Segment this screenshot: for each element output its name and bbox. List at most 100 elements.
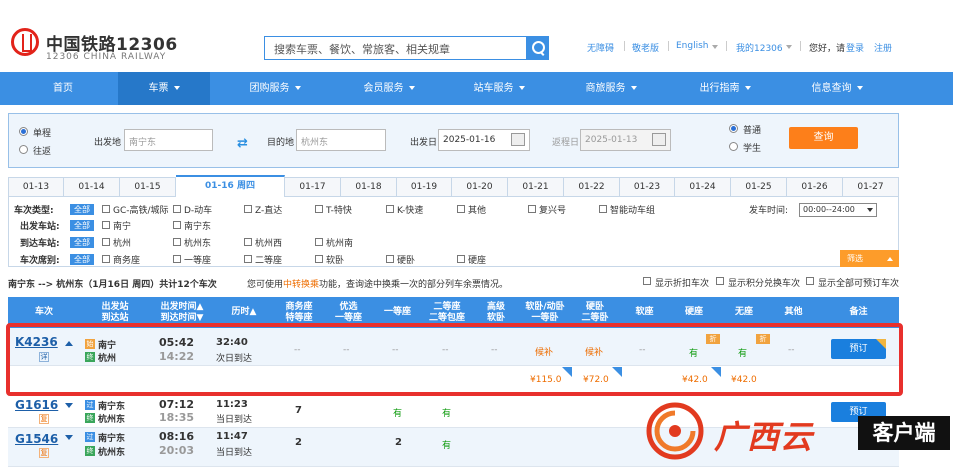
normal-ticket-radio[interactable]	[729, 124, 738, 133]
calendar-icon[interactable]	[511, 133, 525, 146]
seat-label: 软卧	[326, 256, 345, 266]
type-all-button[interactable]: 全部	[70, 204, 94, 215]
to-all-button[interactable]: 全部	[70, 237, 94, 248]
from-input[interactable]: 南宁东	[124, 129, 213, 151]
seat-checkbox[interactable]	[457, 255, 465, 263]
date-tab[interactable]: 01-21	[508, 177, 564, 197]
chevron-down-icon	[294, 86, 301, 90]
date-tab[interactable]: 01-17	[285, 177, 341, 197]
railway-logo-icon[interactable]	[11, 28, 39, 56]
date-tab-active[interactable]: 01-16 周四	[176, 175, 285, 197]
type-label: GC-高铁/城际	[113, 206, 169, 216]
elder-mode-link[interactable]: 敬老版	[632, 41, 659, 54]
query-button[interactable]: 查询	[789, 127, 858, 149]
accessible-link[interactable]: 无障碍	[587, 41, 614, 54]
type-label: 智能动车组	[610, 206, 656, 216]
main-nav: 首页 车票 团购服务 会员服务 站车服务 商旅服务 出行指南 信息查询	[0, 72, 953, 105]
type-checkbox[interactable]	[173, 205, 181, 213]
date-tab[interactable]: 01-15	[120, 177, 176, 197]
type-checkbox[interactable]	[315, 205, 323, 213]
nav-tickets[interactable]: 车票	[118, 72, 210, 105]
from-station: 南宁东	[98, 434, 126, 444]
site-search-input[interactable]: 搜索车票、餐饮、常旅客、相关规章	[264, 36, 526, 60]
to-label: 目的地	[267, 138, 295, 148]
type-label: K-快速	[397, 206, 424, 216]
nav-guide[interactable]: 出行指南	[670, 72, 780, 105]
seat-first: 2	[395, 437, 402, 448]
seat-first: 有	[393, 409, 403, 419]
swap-icon[interactable]: ⇄	[237, 136, 248, 151]
route-summary: 南宁东 --> 杭州东（1月16日 周四）共计12个车次	[8, 280, 217, 290]
date-tab[interactable]: 01-26	[787, 177, 843, 197]
train-number[interactable]: G1546	[15, 432, 58, 446]
date-tab[interactable]: 01-13	[8, 177, 64, 197]
from-all-button[interactable]: 全部	[70, 220, 94, 231]
type-checkbox[interactable]	[599, 205, 607, 213]
discount-checkbox[interactable]	[643, 277, 651, 285]
type-label: D-动车	[184, 206, 213, 216]
search-icon[interactable]	[526, 36, 549, 60]
transfer-link[interactable]: 中转换乘	[283, 280, 319, 290]
end-badge: 终	[85, 413, 95, 423]
station-label: 南宁	[113, 222, 132, 232]
oneway-radio[interactable]	[19, 127, 28, 136]
seat-second: 有	[442, 441, 452, 451]
type-checkbox[interactable]	[528, 205, 536, 213]
station-checkbox[interactable]	[315, 238, 323, 246]
expand-icon[interactable]	[65, 435, 73, 440]
bookable-checkbox[interactable]	[806, 277, 814, 285]
date-tab[interactable]: 01-20	[452, 177, 508, 197]
nav-group[interactable]: 团购服务	[220, 72, 330, 105]
date-tab[interactable]: 01-22	[564, 177, 620, 197]
date-tab[interactable]: 01-19	[397, 177, 452, 197]
station-checkbox[interactable]	[173, 221, 181, 229]
train-number[interactable]: G1616	[15, 398, 58, 412]
my12306-link[interactable]: 我的12306	[736, 41, 783, 54]
points-checkbox[interactable]	[716, 277, 724, 285]
to-input[interactable]: 杭州东	[296, 129, 386, 151]
date-tab[interactable]: 01-14	[64, 177, 120, 197]
seat-business: 7	[295, 405, 302, 416]
roundtrip-radio[interactable]	[19, 145, 28, 154]
login-link[interactable]: 登录	[846, 41, 864, 54]
to-station: 杭州东	[98, 448, 126, 458]
date-tab[interactable]: 01-24	[675, 177, 731, 197]
seat-checkbox[interactable]	[315, 255, 323, 263]
station-checkbox[interactable]	[244, 238, 252, 246]
language-link[interactable]: English	[676, 41, 709, 51]
seat-checkbox[interactable]	[102, 255, 110, 263]
seat-checkbox[interactable]	[386, 255, 394, 263]
nav-home[interactable]: 首页	[0, 72, 126, 105]
station-checkbox[interactable]	[102, 238, 110, 246]
nav-business[interactable]: 商旅服务	[556, 72, 666, 105]
nav-info[interactable]: 信息查询	[782, 72, 892, 105]
register-link[interactable]: 注册	[874, 41, 892, 54]
student-ticket-radio[interactable]	[729, 142, 738, 151]
station-checkbox[interactable]	[173, 238, 181, 246]
to-station: 杭州东	[98, 415, 126, 425]
date-tab[interactable]: 01-27	[843, 177, 899, 197]
date-tab[interactable]: 01-23	[620, 177, 675, 197]
depart-time-select[interactable]: 00:00--24:00	[799, 203, 877, 217]
nav-station[interactable]: 站车服务	[444, 72, 554, 105]
date-tab[interactable]: 01-18	[341, 177, 397, 197]
chevron-down-icon	[856, 86, 863, 90]
station-label: 杭州西	[255, 239, 283, 249]
type-checkbox[interactable]	[386, 205, 394, 213]
seat-checkbox[interactable]	[244, 255, 252, 263]
oneway-label: 单程	[33, 129, 52, 139]
type-checkbox[interactable]	[244, 205, 252, 213]
station-label: 杭州	[113, 239, 132, 249]
filter-button[interactable]: 筛选	[840, 250, 899, 267]
site-header: 中国铁路12306 12306 CHINA RAILWAY 搜索车票、餐饮、常旅…	[0, 0, 953, 72]
type-checkbox[interactable]	[102, 205, 110, 213]
date-tab[interactable]: 01-25	[731, 177, 787, 197]
expand-icon[interactable]	[65, 403, 73, 408]
station-checkbox[interactable]	[102, 221, 110, 229]
seat-all-button[interactable]: 全部	[70, 254, 94, 265]
pass-badge: 过	[85, 400, 95, 410]
type-checkbox[interactable]	[457, 205, 465, 213]
calendar-icon[interactable]	[652, 133, 666, 146]
seat-checkbox[interactable]	[173, 255, 181, 263]
nav-member[interactable]: 会员服务	[334, 72, 444, 105]
